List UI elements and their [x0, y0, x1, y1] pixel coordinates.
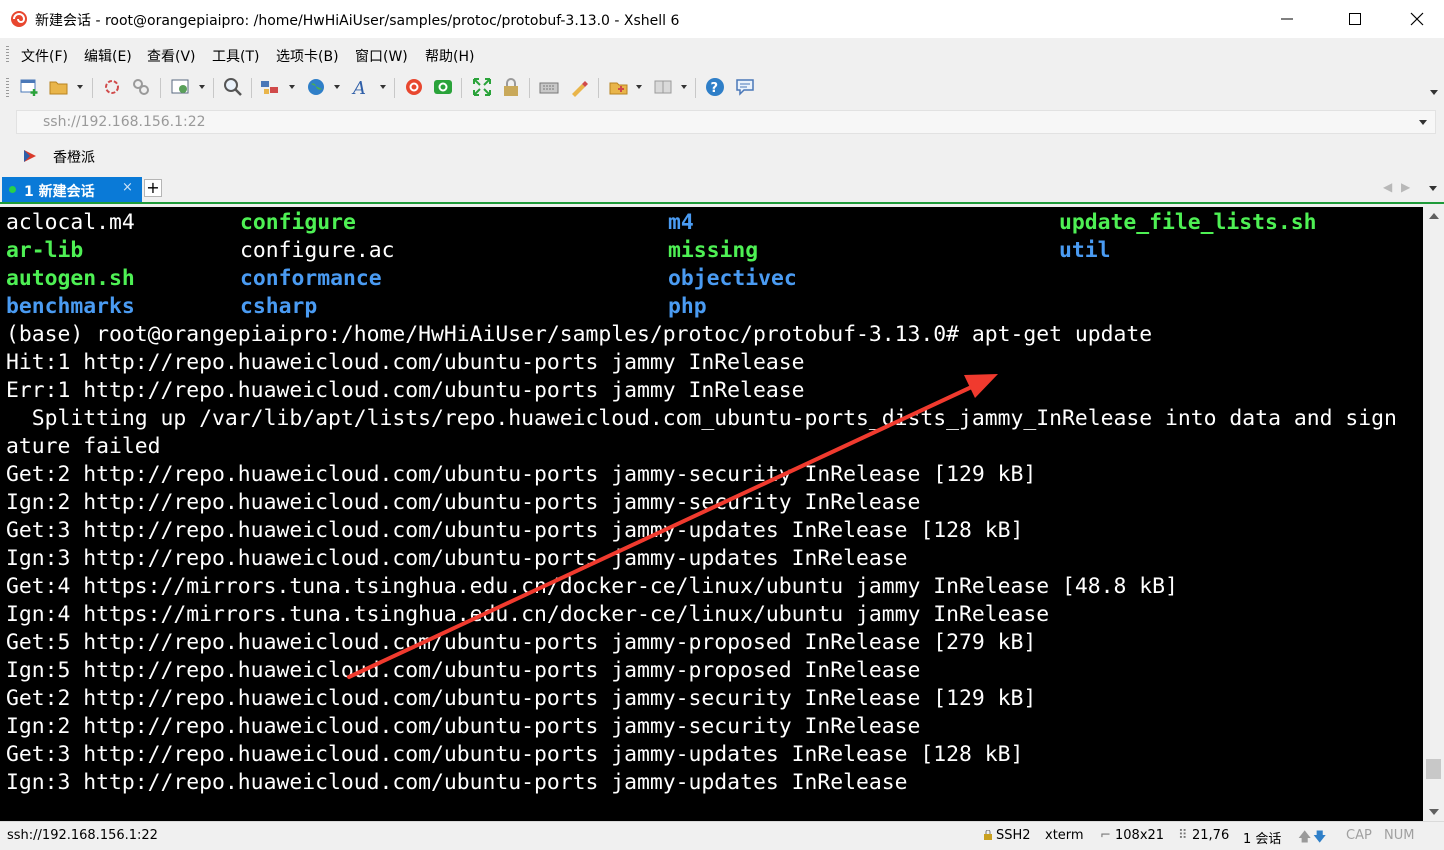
- keyboard-icon[interactable]: [538, 76, 560, 98]
- scroll-up-icon[interactable]: [1429, 213, 1439, 219]
- toolbar-separator: [92, 78, 93, 98]
- minimize-button[interactable]: [1264, 0, 1310, 38]
- menu-tools[interactable]: 工具(T): [212, 46, 259, 66]
- menu-edit[interactable]: 编辑(E): [84, 46, 132, 66]
- open-folder-icon[interactable]: [48, 76, 70, 98]
- globe-dropdown-arrow[interactable]: [334, 85, 340, 89]
- toolbar-separator: [695, 78, 696, 98]
- bookmark-icon: [24, 150, 36, 162]
- title-bar: 新建会话 - root@orangepiaipro: /home/HwHiAiU…: [0, 0, 1444, 38]
- toolbar-separator: [160, 78, 161, 98]
- size-icon: ⌐: [1100, 828, 1111, 843]
- menu-view[interactable]: 查看(V): [147, 46, 196, 66]
- toolbar-separator: [598, 78, 599, 98]
- status-num: NUM: [1384, 828, 1415, 843]
- font-dropdown-arrow[interactable]: [380, 85, 386, 89]
- tab-close-icon[interactable]: ×: [122, 180, 133, 195]
- status-terminal-type: xterm: [1045, 828, 1084, 843]
- toolbar-separator: [394, 78, 395, 98]
- xftp-icon[interactable]: [432, 76, 454, 98]
- toolbar-separator: [213, 78, 214, 98]
- layout-icon[interactable]: [652, 76, 674, 98]
- transfer-icon[interactable]: [259, 76, 281, 98]
- address-bar: ssh://192.168.156.1:22: [0, 104, 1444, 140]
- fullscreen-icon[interactable]: [471, 76, 493, 98]
- status-size: 108x21: [1115, 828, 1165, 843]
- svg-text:A: A: [351, 78, 366, 98]
- open-dropdown-arrow[interactable]: [77, 85, 83, 89]
- chat-icon[interactable]: [734, 76, 756, 98]
- status-bar: ssh://192.168.156.1:22 SSH2 xterm ⌐ 108x…: [0, 821, 1444, 848]
- link-orangepi[interactable]: 香橙派: [53, 147, 95, 167]
- terminal-output[interactable]: aclocal.m4 configure m4 update_file_list…: [0, 207, 1423, 821]
- properties-icon[interactable]: [170, 76, 192, 98]
- lock-icon[interactable]: [500, 76, 522, 98]
- connected-status-icon: [9, 186, 16, 193]
- status-address: ssh://192.168.156.1:22: [7, 828, 158, 843]
- new-session-icon[interactable]: [19, 76, 41, 98]
- toolbar-separator: [529, 78, 530, 98]
- address-text: ssh://192.168.156.1:22: [43, 114, 206, 130]
- menu-file[interactable]: 文件(F): [21, 46, 68, 66]
- toolbar-grip[interactable]: [6, 78, 9, 98]
- toolbar-overflow-arrow[interactable]: [1430, 90, 1438, 95]
- tab-next-icon[interactable]: ▶: [1401, 180, 1410, 194]
- font-icon[interactable]: A: [351, 76, 373, 98]
- tab-session-1[interactable]: 1 新建会话 ×: [2, 177, 142, 202]
- maximize-button[interactable]: [1332, 0, 1378, 38]
- toolbar-separator: [461, 78, 462, 98]
- compose-dropdown-arrow[interactable]: [636, 85, 642, 89]
- compose-icon[interactable]: [608, 76, 630, 98]
- xshell-icon[interactable]: [403, 76, 425, 98]
- globe-icon[interactable]: [305, 76, 327, 98]
- tab-label: 1 新建会话: [24, 184, 95, 200]
- maximize-icon: [1349, 13, 1361, 25]
- cursor-icon: ⠿: [1178, 828, 1188, 843]
- status-sessions: 1 会话: [1243, 832, 1282, 847]
- toolbar: A ?: [0, 70, 1444, 104]
- scroll-thumb[interactable]: [1426, 759, 1441, 779]
- status-cursor: 21,76: [1192, 828, 1230, 843]
- menu-window[interactable]: 窗口(W): [355, 46, 408, 66]
- status-protocol: SSH2: [996, 828, 1031, 843]
- tab-bar: 1 新建会话 × + ◀ ▶: [0, 174, 1444, 204]
- reconnect-icon[interactable]: [101, 76, 123, 98]
- xshell-app-icon[interactable]: [9, 9, 29, 29]
- menu-tabs[interactable]: 选项卡(B): [276, 46, 339, 66]
- disconnect-icon[interactable]: [130, 76, 152, 98]
- upload-arrow-icon: 🡅: [1298, 830, 1312, 845]
- tab-prev-icon[interactable]: ◀: [1383, 180, 1392, 194]
- close-icon: [1410, 12, 1424, 26]
- layout-dropdown-arrow[interactable]: [681, 85, 687, 89]
- links-bar: 香橙派: [0, 140, 1444, 172]
- status-caps: CAP: [1346, 828, 1372, 843]
- transfer-dropdown-arrow[interactable]: [289, 85, 295, 89]
- secure-lock-icon: [984, 830, 992, 840]
- menu-grip[interactable]: [6, 46, 9, 64]
- scroll-down-icon[interactable]: [1429, 809, 1439, 815]
- find-icon[interactable]: [222, 76, 244, 98]
- help-icon[interactable]: ?: [704, 76, 726, 98]
- address-field[interactable]: ssh://192.168.156.1:22: [16, 110, 1436, 134]
- minimize-icon: [1281, 18, 1293, 20]
- menu-bar: 文件(F) 编辑(E) 查看(V) 工具(T) 选项卡(B) 窗口(W) 帮助(…: [0, 38, 1444, 70]
- window-title: 新建会话 - root@orangepiaipro: /home/HwHiAiU…: [35, 13, 680, 29]
- properties-dropdown-arrow[interactable]: [199, 85, 205, 89]
- close-button[interactable]: [1394, 0, 1440, 38]
- terminal-scrollbar[interactable]: [1423, 207, 1444, 821]
- download-arrow-icon: 🡇: [1313, 830, 1327, 845]
- tab-menu-arrow[interactable]: [1429, 186, 1437, 191]
- menu-help[interactable]: 帮助(H): [425, 46, 474, 66]
- toolbar-separator: [251, 78, 252, 98]
- address-dropdown-arrow[interactable]: [1419, 120, 1427, 125]
- annotation-arrow-icon: [347, 374, 998, 679]
- highlight-icon[interactable]: [568, 76, 590, 98]
- svg-text:?: ?: [711, 81, 719, 96]
- add-tab-button[interactable]: +: [144, 179, 162, 197]
